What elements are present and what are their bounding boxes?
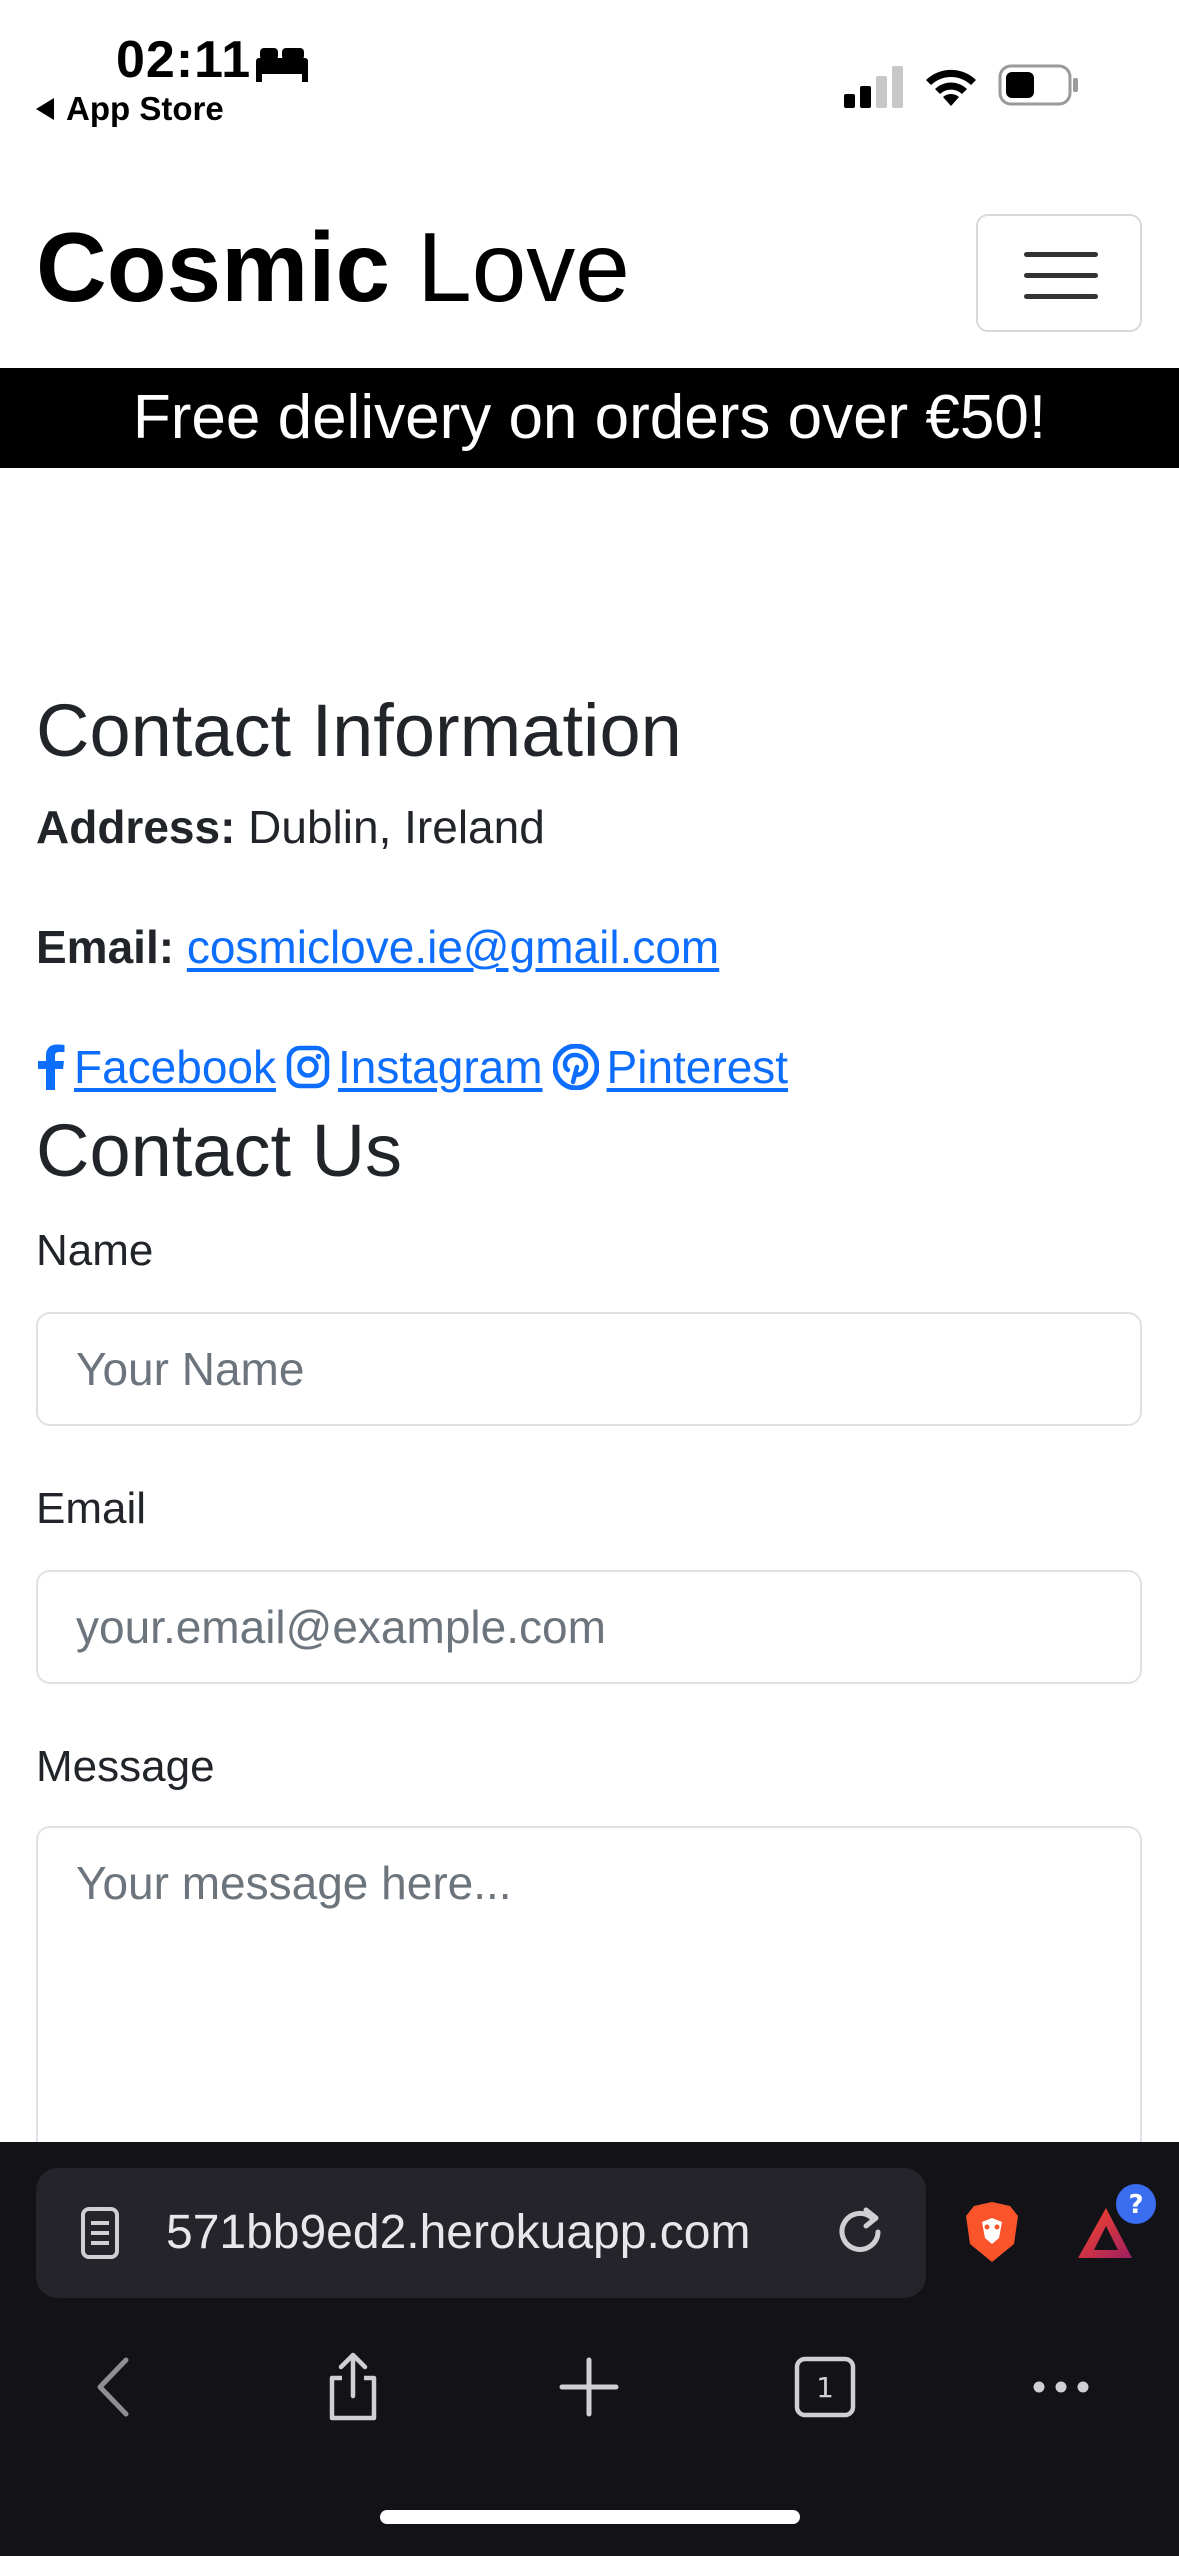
instagram-icon [286,1045,330,1089]
name-label: Name [36,1226,154,1275]
facebook-label: Facebook [74,1041,277,1093]
brand-logo[interactable]: Cosmic Love [36,218,630,316]
contact-info-heading: Contact Information [36,689,682,772]
email-row: Email: cosmiclove.ie@gmail.com [36,920,719,974]
brand-name-light: Love [417,212,630,322]
instagram-link[interactable]: Instagram [286,1040,553,1094]
status-time: 02:11 [116,31,252,89]
sleep-focus-icon [256,48,308,82]
delivery-banner: Free delivery on orders over €50! [0,368,1179,468]
home-indicator [380,2510,800,2524]
wifi-icon [926,69,976,106]
message-label: Message [36,1742,215,1791]
back-icon[interactable] [82,2352,152,2422]
reload-icon[interactable] [832,2204,888,2260]
email-label: Email: [36,921,175,973]
share-icon[interactable] [318,2352,388,2422]
new-tab-icon[interactable] [554,2352,624,2422]
rewards-badge: ? [1128,2190,1143,2220]
social-links: Facebook Instagram Pinterest [36,1040,798,1094]
hamburger-icon [1024,252,1098,257]
tabs-button[interactable]: 1 [790,2352,860,2422]
pinterest-label: Pinterest [606,1041,789,1093]
brave-rewards-icon[interactable]: ? [1070,2182,1160,2268]
email-field-label: Email [36,1484,147,1533]
brand-name-bold: Cosmic [36,212,391,322]
back-app-label: App Store [66,90,224,127]
cellular-signal-icon [844,66,903,108]
url-text[interactable]: 571bb9ed2.herokuapp.com [166,2205,750,2260]
menu-toggle-button[interactable] [976,214,1142,332]
more-menu-icon[interactable] [1026,2352,1096,2422]
hamburger-line [1024,273,1098,278]
brave-shields-icon[interactable] [964,2200,1020,2264]
email-input[interactable]: your.email@example.com [36,1570,1142,1684]
battery-icon [998,64,1078,106]
back-arrow-icon [36,98,54,120]
pinterest-icon [552,1044,599,1090]
name-input[interactable]: Your Name [36,1312,1142,1426]
facebook-link[interactable]: Facebook [36,1040,286,1094]
pinterest-link[interactable]: Pinterest [552,1040,799,1094]
instagram-label: Instagram [338,1041,543,1093]
hamburger-line [1024,294,1098,299]
address-label: Address: [36,801,236,853]
back-to-app-store[interactable]: App Store [36,90,224,128]
contact-us-heading: Contact Us [36,1109,403,1192]
address-value: Dublin, Ireland [248,801,545,853]
page-menu-icon[interactable] [80,2206,120,2260]
facebook-icon [38,1044,65,1090]
address-row: Address: Dublin, Ireland [36,800,545,854]
email-link[interactable]: cosmiclove.ie@gmail.com [187,921,719,973]
message-textarea[interactable]: Your message here... [36,1826,1142,2166]
tab-count: 1 [816,2371,834,2404]
